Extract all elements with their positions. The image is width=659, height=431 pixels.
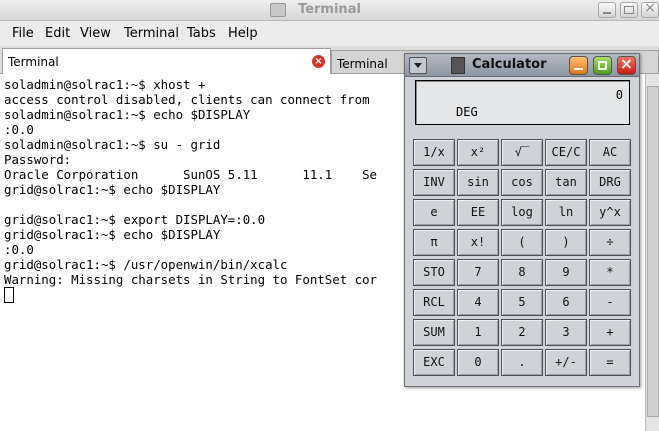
text-cursor — [4, 287, 14, 303]
window-menu-icon[interactable] — [409, 57, 427, 74]
angle-mode: DEG — [456, 105, 478, 119]
terminal-line: Password: — [4, 152, 72, 167]
calc-key-2-2[interactable]: log — [501, 199, 543, 226]
menu-terminal[interactable]: Terminal — [124, 26, 179, 41]
calc-key-5-2[interactable]: 5 — [501, 289, 543, 316]
minimize-button[interactable] — [598, 2, 616, 18]
calc-key-6-1[interactable]: 1 — [457, 319, 499, 346]
close-button[interactable] — [641, 0, 659, 18]
calc-key-1-0[interactable]: INV — [413, 169, 455, 196]
terminal-line: soladmin@solrac1:~$ xhost + — [4, 77, 206, 92]
calc-key-6-3[interactable]: 3 — [545, 319, 587, 346]
calc-key-0-3[interactable]: CE/C — [545, 139, 587, 166]
terminal-line: grid@solrac1:~$ /usr/openwin/bin/xcalc — [4, 257, 288, 272]
calc-key-0-0[interactable]: 1/x — [413, 139, 455, 166]
window-title: Terminal — [298, 2, 361, 17]
calc-key-5-4[interactable]: - — [589, 289, 631, 316]
calc-key-7-1[interactable]: 0 — [457, 349, 499, 376]
calculator-minimize-button[interactable] — [569, 56, 588, 75]
calc-key-3-1[interactable]: x! — [457, 229, 499, 256]
tab-label: Terminal — [8, 55, 59, 69]
calc-key-4-0[interactable]: STO — [413, 259, 455, 286]
calculator-window: Calculator 0 DEG 1/xx²√‾CE/CAC INVsincost… — [404, 53, 640, 387]
menu-file[interactable]: File — [12, 26, 34, 41]
display-value: 0 — [615, 88, 623, 102]
calculator-close-button[interactable] — [617, 54, 636, 75]
calc-key-5-1[interactable]: 4 — [457, 289, 499, 316]
calc-key-4-1[interactable]: 7 — [457, 259, 499, 286]
terminal-line: soladmin@solrac1:~$ su - grid — [4, 137, 221, 152]
calculator-display: 0 DEG — [415, 80, 630, 125]
calc-key-7-3[interactable]: +/- — [545, 349, 587, 376]
menu-view[interactable]: View — [80, 26, 111, 41]
calc-key-6-4[interactable]: + — [589, 319, 631, 346]
terminal-line: access control disabled, clients can con… — [4, 92, 370, 107]
calc-key-1-1[interactable]: sin — [457, 169, 499, 196]
terminal-scrollbar[interactable] — [645, 74, 659, 431]
calc-key-3-2[interactable]: ( — [501, 229, 543, 256]
calculator-maximize-button[interactable] — [593, 56, 612, 75]
menu-help[interactable]: Help — [228, 26, 258, 41]
calc-key-6-0[interactable]: SUM — [413, 319, 455, 346]
calc-key-7-4[interactable]: = — [589, 349, 631, 376]
calc-key-7-0[interactable]: EXC — [413, 349, 455, 376]
terminal-titlebar[interactable]: Terminal — [0, 0, 659, 21]
calc-key-0-1[interactable]: x² — [457, 139, 499, 166]
maximize-button[interactable] — [620, 2, 638, 18]
menubar: File Edit View Terminal Tabs Help — [0, 21, 659, 46]
scrollbar-thumb[interactable] — [647, 86, 659, 417]
menu-edit[interactable]: Edit — [45, 26, 70, 41]
terminal-line: Oracle Corporation SunOS 5.11 11.1 Se — [4, 167, 377, 182]
calc-key-6-2[interactable]: 2 — [501, 319, 543, 346]
calculator-icon — [451, 57, 465, 74]
calc-key-0-4[interactable]: AC — [589, 139, 631, 166]
menu-tabs[interactable]: Tabs — [187, 26, 216, 41]
calculator-titlebar[interactable]: Calculator — [405, 54, 639, 77]
calc-key-5-0[interactable]: RCL — [413, 289, 455, 316]
calc-key-2-3[interactable]: ln — [545, 199, 587, 226]
calc-key-1-3[interactable]: tan — [545, 169, 587, 196]
calc-key-4-2[interactable]: 8 — [501, 259, 543, 286]
terminal-line: :0.0 — [4, 242, 34, 257]
calc-key-2-1[interactable]: EE — [457, 199, 499, 226]
tab-terminal-1[interactable]: Terminal × — [2, 48, 331, 74]
terminal-line: grid@solrac1:~$ echo $DISPLAY — [4, 227, 221, 242]
calc-key-1-2[interactable]: cos — [501, 169, 543, 196]
calc-key-1-4[interactable]: DRG — [589, 169, 631, 196]
calc-key-3-4[interactable]: ÷ — [589, 229, 631, 256]
terminal-line: :0.0 — [4, 122, 34, 137]
calc-key-5-3[interactable]: 6 — [545, 289, 587, 316]
calc-key-4-3[interactable]: 9 — [545, 259, 587, 286]
calc-key-3-3[interactable]: ) — [545, 229, 587, 256]
terminal-line: grid@solrac1:~$ echo $DISPLAY — [4, 182, 221, 197]
close-icon[interactable]: × — [312, 55, 325, 68]
calculator-title: Calculator — [472, 57, 547, 72]
calc-key-0-2[interactable]: √‾ — [501, 139, 543, 166]
tab-label: Terminal — [337, 57, 388, 71]
terminal-line: Warning: Missing charsets in String to F… — [4, 272, 377, 287]
calc-key-3-0[interactable]: π — [413, 229, 455, 256]
calc-key-2-0[interactable]: e — [413, 199, 455, 226]
calc-key-4-4[interactable]: * — [589, 259, 631, 286]
calc-key-7-2[interactable]: . — [501, 349, 543, 376]
terminal-line: soladmin@solrac1:~$ echo $DISPLAY — [4, 107, 251, 122]
terminal-line: grid@solrac1:~$ export DISPLAY=:0.0 — [4, 212, 266, 227]
calc-key-2-4[interactable]: y^x — [589, 199, 631, 226]
